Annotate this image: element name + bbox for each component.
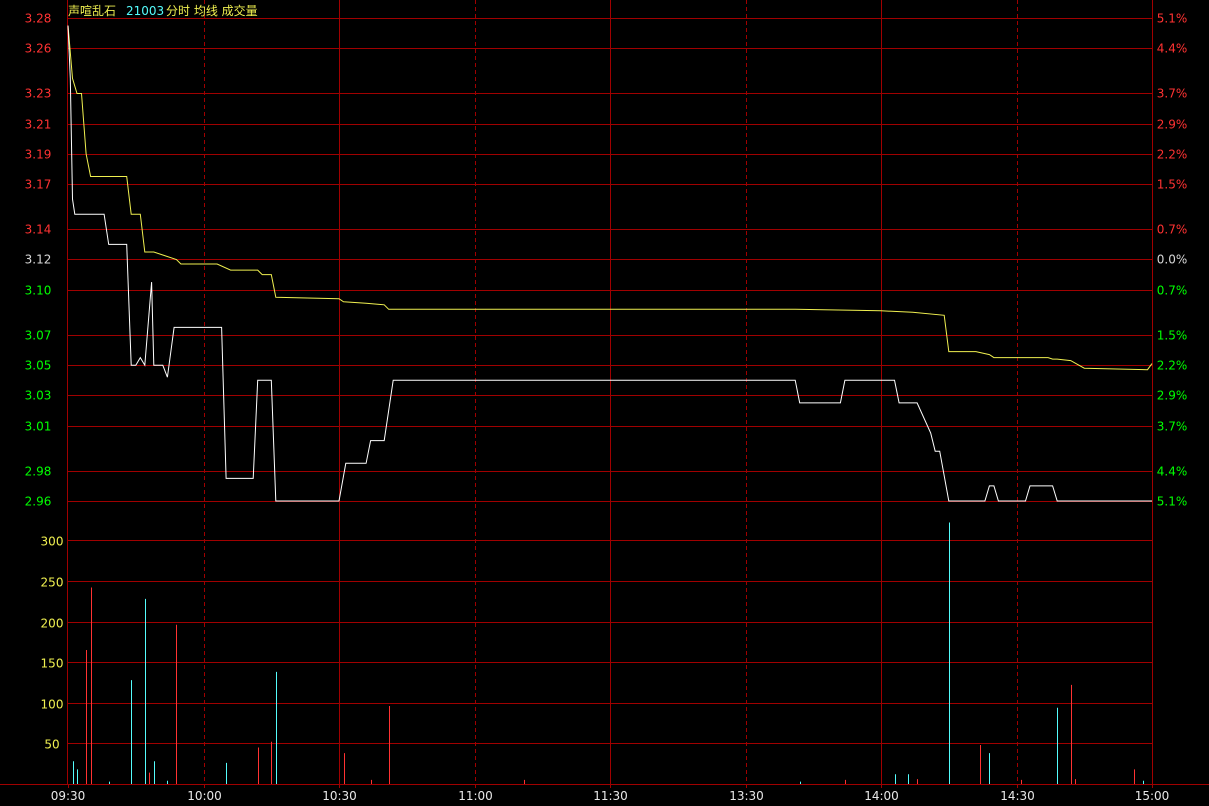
time-tick-label: 14:00	[864, 789, 899, 803]
pct-tick-label: 5.1%	[1157, 495, 1188, 509]
pct-tick-label: 2.9%	[1157, 118, 1188, 132]
pct-tick-label: 5.1%	[1157, 12, 1188, 26]
pct-tick-label: 2.9%	[1157, 389, 1188, 403]
volume-tick-label: 50	[44, 738, 59, 752]
time-tick-label: 14:30	[1000, 789, 1035, 803]
price-tick-label: 3.07	[25, 329, 52, 343]
pct-tick-label: 4.4%	[1157, 465, 1188, 479]
price-tick-label: 2.96	[25, 495, 52, 509]
intraday-chart: 3.28 5.1% 3.26 4.4% 3.23 3.7% 3.21 2.9% 3.19 2.2%…	[0, 0, 1209, 806]
chart-header: 声喧乱石 21003 分时 均线 成交量	[68, 3, 258, 18]
indicator-tags: 分时 均线 成交量	[166, 3, 258, 18]
price-tick-label: 2.98	[25, 465, 52, 479]
time-tick-label: 13:30	[729, 789, 764, 803]
price-tick-label: 3.21	[25, 118, 52, 132]
pct-tick-label: 3.7%	[1157, 420, 1188, 434]
time-tick-label: 11:00	[458, 789, 493, 803]
chart-background	[0, 0, 1209, 806]
volume-tick-label: 300	[41, 535, 64, 549]
volume-tick-label: 250	[41, 576, 64, 590]
price-tick-label: 3.01	[25, 420, 52, 434]
price-tick-label: 3.17	[25, 178, 52, 192]
price-tick-label: 3.28	[25, 12, 52, 26]
price-tick-label: 3.14	[25, 223, 52, 237]
pct-tick-label: 0.7%	[1157, 223, 1188, 237]
pct-tick-label: 0.7%	[1157, 284, 1188, 298]
volume-tick-label: 200	[41, 617, 64, 631]
time-tick-label: 10:30	[322, 789, 357, 803]
price-tick-label: 3.03	[25, 389, 52, 403]
pct-tick-label: 2.2%	[1157, 148, 1188, 162]
pct-tick-label: 3.7%	[1157, 87, 1188, 101]
pct-tick-label: 4.4%	[1157, 42, 1188, 56]
pct-tick-label: 0.0%	[1157, 253, 1188, 267]
pct-tick-label: 1.5%	[1157, 178, 1188, 192]
price-tick-label: 3.19	[25, 148, 52, 162]
time-tick-label: 15:00	[1135, 789, 1170, 803]
time-tick-label: 11:30	[593, 789, 628, 803]
volume-tick-label: 100	[41, 698, 64, 712]
price-tick-label: 3.23	[25, 87, 52, 101]
time-tick-label: 10:00	[187, 789, 222, 803]
price-tick-label: 3.10	[25, 284, 52, 298]
price-tick-label: 3.05	[25, 359, 52, 373]
price-tick-label: 3.26	[25, 42, 52, 56]
volume-tick-label: 150	[41, 657, 64, 671]
pct-tick-label: 1.5%	[1157, 329, 1188, 343]
time-tick-label: 09:30	[51, 789, 86, 803]
pct-tick-label: 2.2%	[1157, 359, 1188, 373]
stock-code: 21003	[126, 4, 164, 18]
stock-name: 声喧乱石	[68, 3, 116, 18]
price-tick-label: 3.12	[25, 253, 52, 267]
